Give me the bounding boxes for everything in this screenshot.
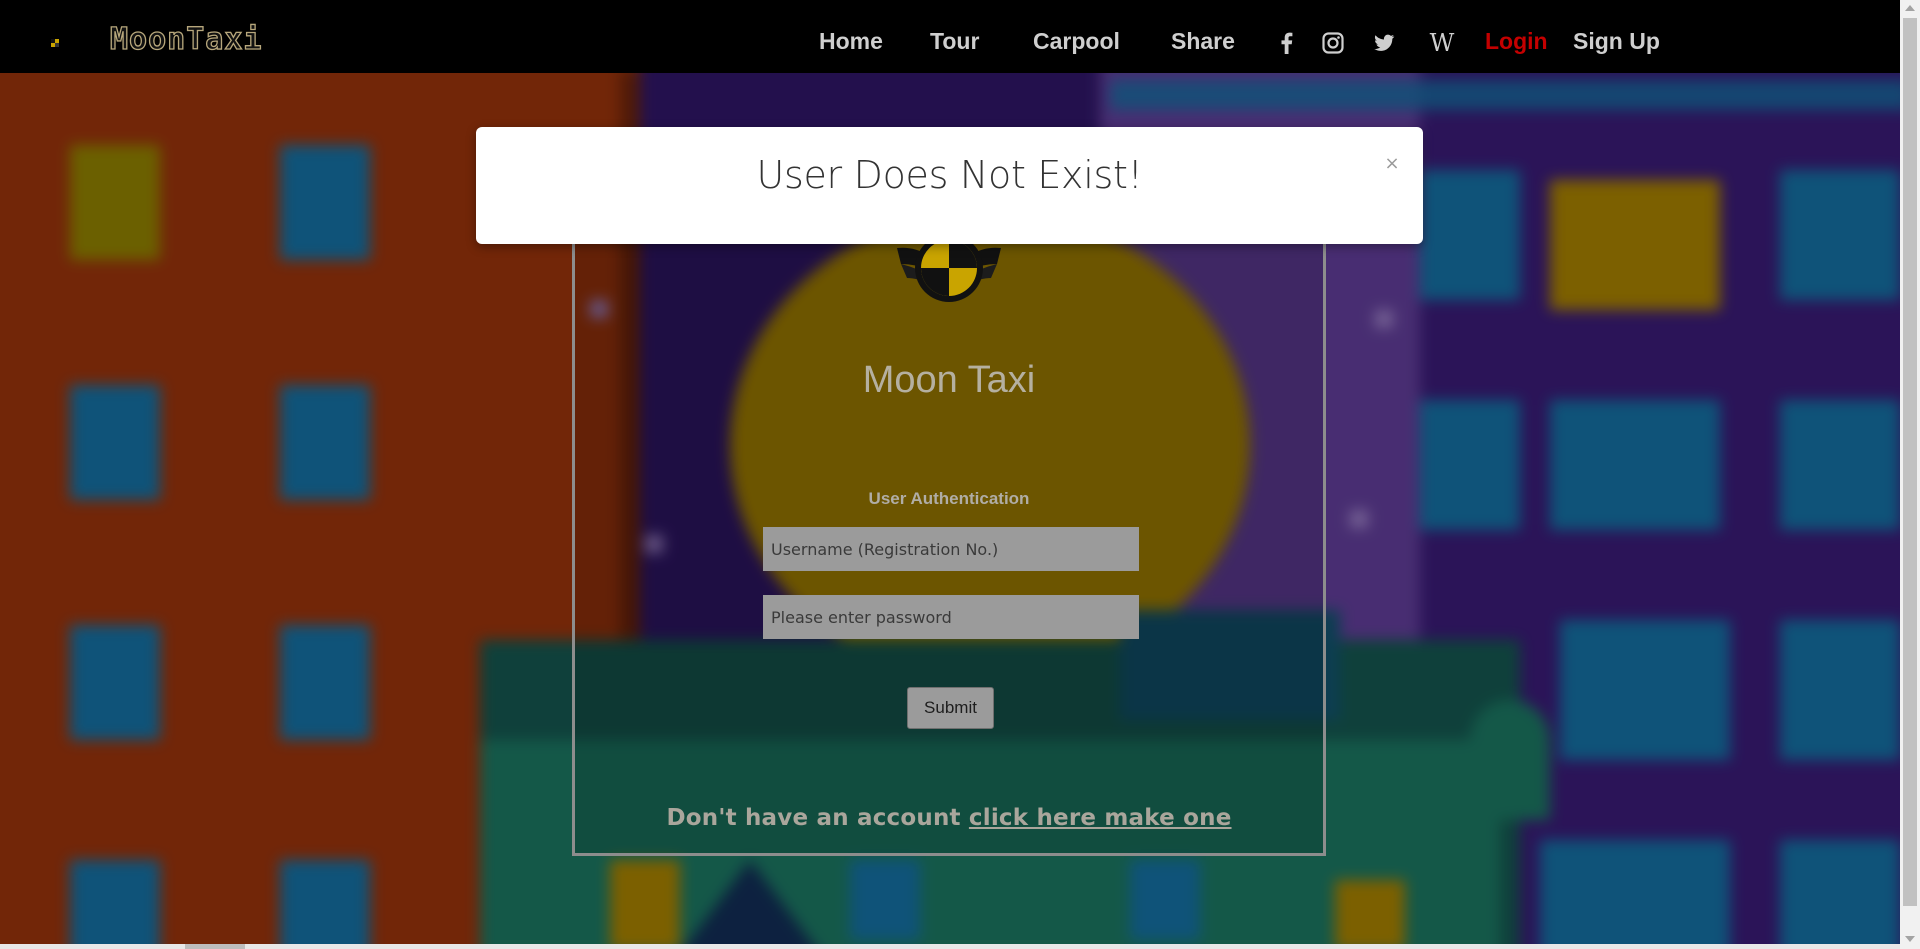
brand-logo-text[interactable]: MoonTaxi [109, 21, 263, 57]
auth-label: User Authentication [868, 489, 1030, 508]
vertical-scrollbar[interactable] [1900, 0, 1920, 949]
scroll-up-arrow-icon[interactable] [1905, 5, 1915, 11]
horizontal-scrollbar[interactable] [0, 944, 1900, 949]
wikipedia-icon[interactable]: W [1427, 30, 1457, 56]
nav-link-signup[interactable]: Sign Up [1573, 28, 1660, 55]
taxi-checker-icon[interactable] [48, 36, 62, 50]
facebook-icon[interactable] [1274, 30, 1300, 56]
nav-link-share[interactable]: Share [1171, 28, 1235, 55]
scroll-down-arrow-icon[interactable] [1905, 936, 1915, 942]
twitter-icon[interactable] [1371, 30, 1397, 56]
close-icon[interactable]: × [1383, 155, 1401, 173]
nav-link-home[interactable]: Home [819, 28, 883, 55]
username-input[interactable] [763, 527, 1139, 571]
scrollbar-thumb[interactable] [1903, 18, 1917, 906]
panel-title: Moon Taxi [862, 359, 1036, 401]
signup-link[interactable]: click here make one [969, 805, 1232, 831]
horizontal-scrollbar-thumb[interactable] [185, 944, 245, 949]
password-input[interactable] [763, 595, 1139, 639]
signup-prompt: Don't have an account click here make on… [575, 805, 1323, 831]
instagram-icon[interactable] [1320, 30, 1346, 56]
submit-button[interactable]: Submit [907, 687, 994, 729]
nav-link-login[interactable]: Login [1485, 28, 1548, 55]
alert-message: User Does Not Exist! [756, 153, 1143, 197]
nav-link-carpool[interactable]: Carpool [1033, 28, 1120, 55]
signup-prompt-text: Don't have an account [666, 805, 969, 831]
alert-modal: User Does Not Exist! × [476, 127, 1423, 244]
navbar: MoonTaxi Home Tour Carpool Share W Login… [0, 0, 1900, 73]
nav-link-tour[interactable]: Tour [930, 28, 979, 55]
login-panel: Moon Taxi User Authentication Submit Don… [572, 220, 1326, 856]
